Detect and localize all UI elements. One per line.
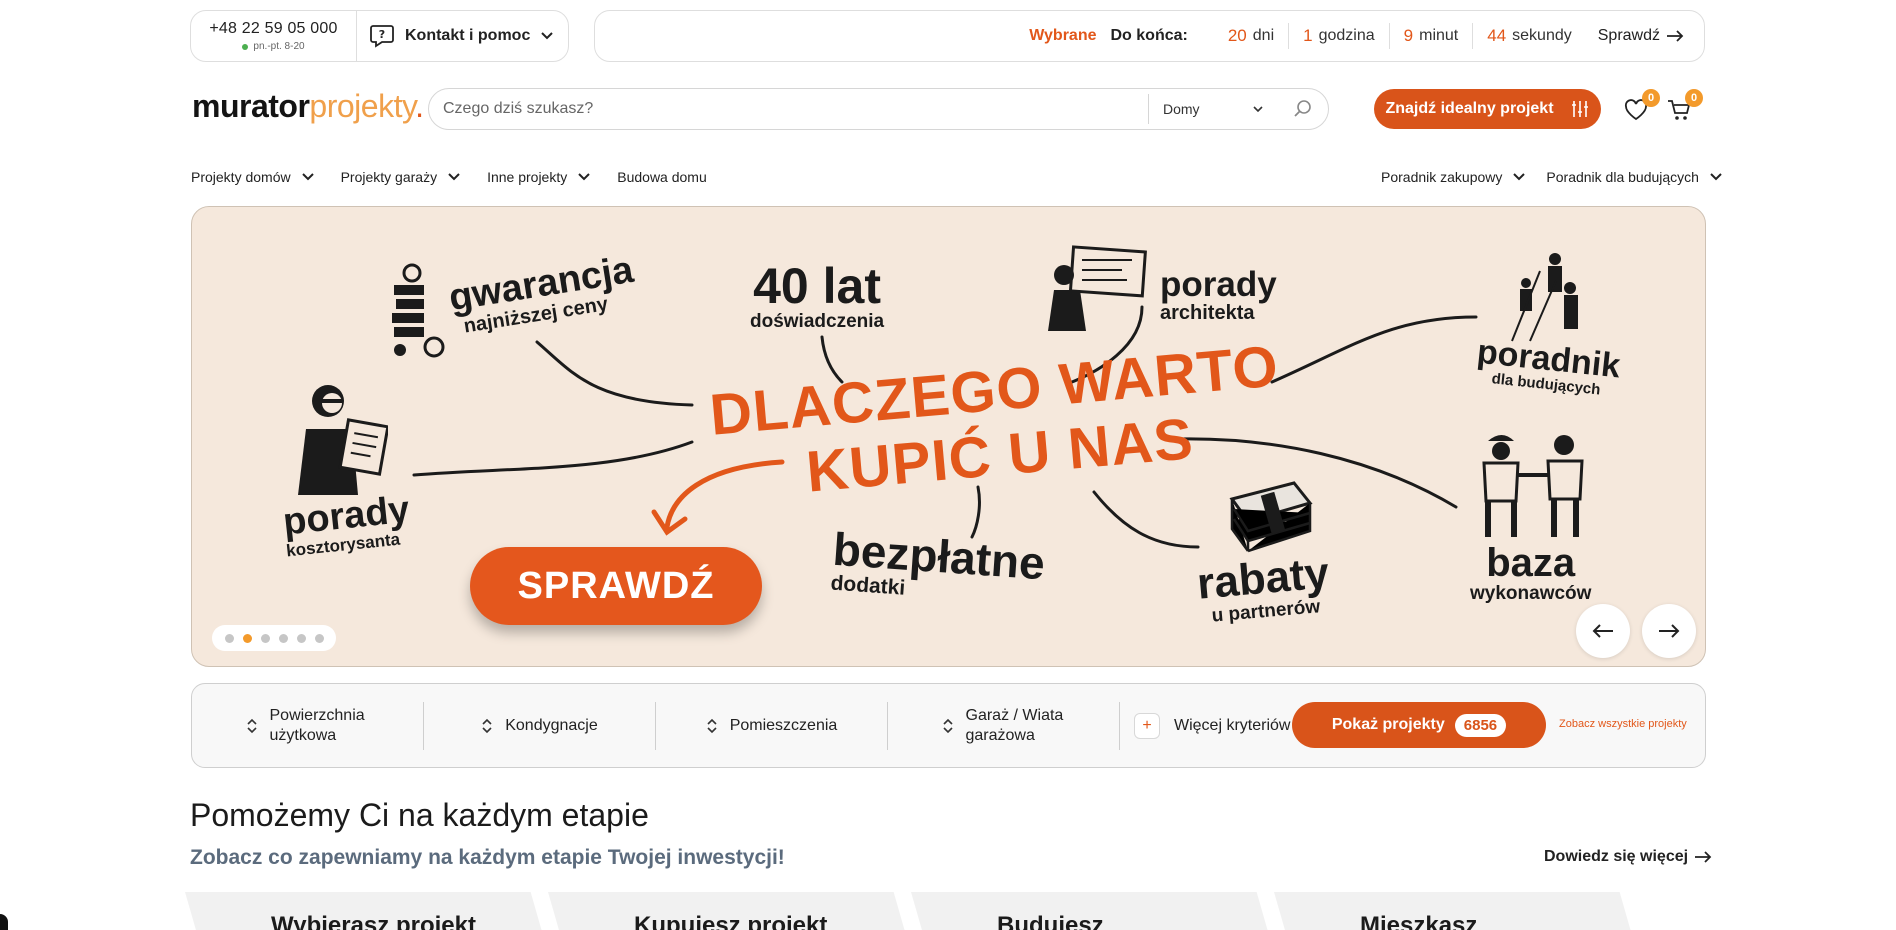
banner-cta-button[interactable]: SPRAWDŹ [470, 547, 762, 625]
slider-prev-button[interactable] [1576, 604, 1630, 658]
main-nav-left: Projekty domów Projekty garaży Inne proj… [191, 166, 707, 188]
step-tab-1[interactable]: Wybierasz projekt [185, 892, 545, 930]
feature-rabaty: rabaty u partnerów [1195, 548, 1331, 627]
chevron-down-icon [1513, 173, 1526, 181]
slider-dot-6[interactable] [314, 633, 324, 643]
help-label: Kontakt i pomoc [405, 27, 531, 44]
wishlist-button[interactable]: 0 [1622, 89, 1660, 124]
chevron-down-icon [578, 173, 590, 181]
svg-text:?: ? [379, 28, 385, 41]
page-corner-decoration [0, 914, 8, 930]
money-stack-illustration [1229, 481, 1313, 553]
chevron-down-icon [301, 173, 314, 181]
step-tab-4[interactable]: Mieszkasz [1274, 892, 1634, 930]
contact-box: +48 22 59 05 000 pn.-pt. 8-20 ? Kontakt … [190, 10, 569, 62]
step-tab-3[interactable]: Budujesz [911, 892, 1271, 930]
section-title: Pomożemy Ci na każdym etapie [190, 797, 649, 833]
sort-arrows-icon [707, 718, 717, 733]
sort-arrows-icon [246, 718, 257, 733]
filter-powierzchnia[interactable]: Powierzchnia użytkowa [192, 701, 424, 750]
hero-banner[interactable]: gwarancja najniższej ceny 40 lat doświad… [191, 206, 1706, 667]
main-nav-right: Poradnik zakupowy Poradnik dla budującyc… [1381, 166, 1723, 188]
nav-item-budowa-domu[interactable]: Budowa domu [617, 169, 707, 185]
nav-item-poradnik-zakupowy[interactable]: Poradnik zakupowy [1381, 169, 1526, 185]
steps-tabs: Wybierasz projekt Kupujesz projekt Buduj… [185, 892, 1715, 930]
chevron-down-icon [541, 32, 554, 40]
chevron-down-icon [1710, 173, 1722, 181]
opening-hours: pn.-pt. 8-20 [242, 41, 305, 52]
arrow-left-icon [1592, 624, 1613, 638]
help-dropdown[interactable]: ? Kontakt i pomoc [357, 11, 568, 61]
chevron-down-icon [1253, 106, 1263, 113]
slider-dot-2[interactable] [242, 633, 252, 643]
sort-arrows-icon [482, 718, 492, 733]
contractors-handshake-illustration [1482, 435, 1584, 537]
promo-countdown-bar: Wybrane Do końca: 20 dni 1 godzina 9 minut … [594, 10, 1705, 62]
slider-dot-1[interactable] [224, 633, 234, 643]
nav-item-inne-projekty[interactable]: Inne projekty [487, 169, 591, 185]
slider-next-button[interactable] [1642, 604, 1696, 658]
chevron-down-icon [448, 173, 460, 181]
feature-bezplatne: bezpłatne dodatki [829, 522, 1047, 600]
feature-40-lat: 40 lat doświadczenia [750, 258, 885, 332]
all-projects-link[interactable]: Zobacz wszystkie projekty [1559, 718, 1687, 730]
cart-button[interactable]: 0 [1665, 89, 1703, 124]
learn-more-link[interactable]: Dowiedz się więcej [1544, 848, 1712, 866]
phone-number[interactable]: +48 22 59 05 000 [209, 20, 337, 38]
filter-kondygnacje[interactable]: Kondygnacje [424, 701, 656, 750]
builders-ladder-illustration [1511, 253, 1578, 342]
search-button[interactable] [1278, 99, 1328, 119]
countdown-seconds: 44 sekundy [1487, 26, 1572, 45]
step-tab-2[interactable]: Kupujesz projekt [548, 892, 908, 930]
countdown-label: Do końca: [1110, 27, 1188, 44]
cart-count-badge: 0 [1685, 89, 1703, 107]
nav-item-poradnik-dla-budujacych[interactable]: Poradnik dla budujących [1546, 169, 1723, 185]
coins-stack-illustration [392, 263, 445, 358]
question-bubble-icon: ? [370, 25, 394, 48]
feature-baza: baza wykonawców [1470, 541, 1592, 604]
arrow-right-icon [1695, 851, 1712, 863]
countdown-hours: 1 godzina [1289, 23, 1390, 49]
project-filter-bar: Powierzchnia użytkowa Kondygnacje Pomies… [191, 683, 1706, 768]
show-projects-button[interactable]: Pokaż projekty 6856 [1292, 702, 1546, 748]
site-logo[interactable]: muratorprojekty. [192, 88, 424, 125]
architect-illustration [1048, 245, 1147, 331]
section-subtitle: Zobacz co zapewniamy na każdym etapie Tw… [190, 846, 785, 869]
sliders-icon [1571, 101, 1588, 117]
wishlist-count-badge: 0 [1642, 89, 1660, 107]
search-bar: Domy [428, 88, 1329, 130]
countdown-minutes: 9 minut [1390, 23, 1474, 49]
filter-garaz[interactable]: Garaż / Wiata garażowa [888, 701, 1120, 750]
slider-dots [212, 625, 336, 651]
countdown-days: 20 dni [1214, 23, 1290, 49]
search-category-select[interactable]: Domy [1148, 94, 1278, 124]
search-input[interactable] [429, 89, 1148, 129]
phone-cell[interactable]: +48 22 59 05 000 pn.-pt. 8-20 [191, 11, 357, 61]
find-project-button[interactable]: Znajdź idealny projekt [1374, 89, 1601, 129]
hours-text: pn.-pt. 8-20 [253, 41, 305, 52]
nav-item-projekty-domow[interactable]: Projekty domów [191, 169, 315, 185]
more-criteria-button[interactable]: + Więcej kryteriów [1120, 712, 1290, 739]
online-status-icon [242, 43, 249, 50]
slider-dot-3[interactable] [260, 633, 270, 643]
cost-estimator-illustration [298, 385, 388, 495]
sort-arrows-icon [942, 718, 953, 733]
arrow-right-icon [1659, 624, 1680, 638]
promo-label[interactable]: Wybrane [1029, 27, 1096, 45]
arrow-right-icon [1667, 30, 1684, 42]
promo-check-link[interactable]: Sprawdź [1598, 27, 1684, 45]
slider-dot-5[interactable] [296, 633, 306, 643]
plus-icon: + [1134, 712, 1160, 739]
filter-pomieszczenia[interactable]: Pomieszczenia [656, 701, 888, 750]
feature-porady-architekta: porady architekta [1160, 265, 1277, 324]
nav-item-projekty-garazy[interactable]: Projekty garaży [341, 169, 461, 185]
slider-dot-4[interactable] [278, 633, 288, 643]
search-icon [1294, 100, 1311, 117]
projects-count-badge: 6856 [1454, 713, 1507, 737]
